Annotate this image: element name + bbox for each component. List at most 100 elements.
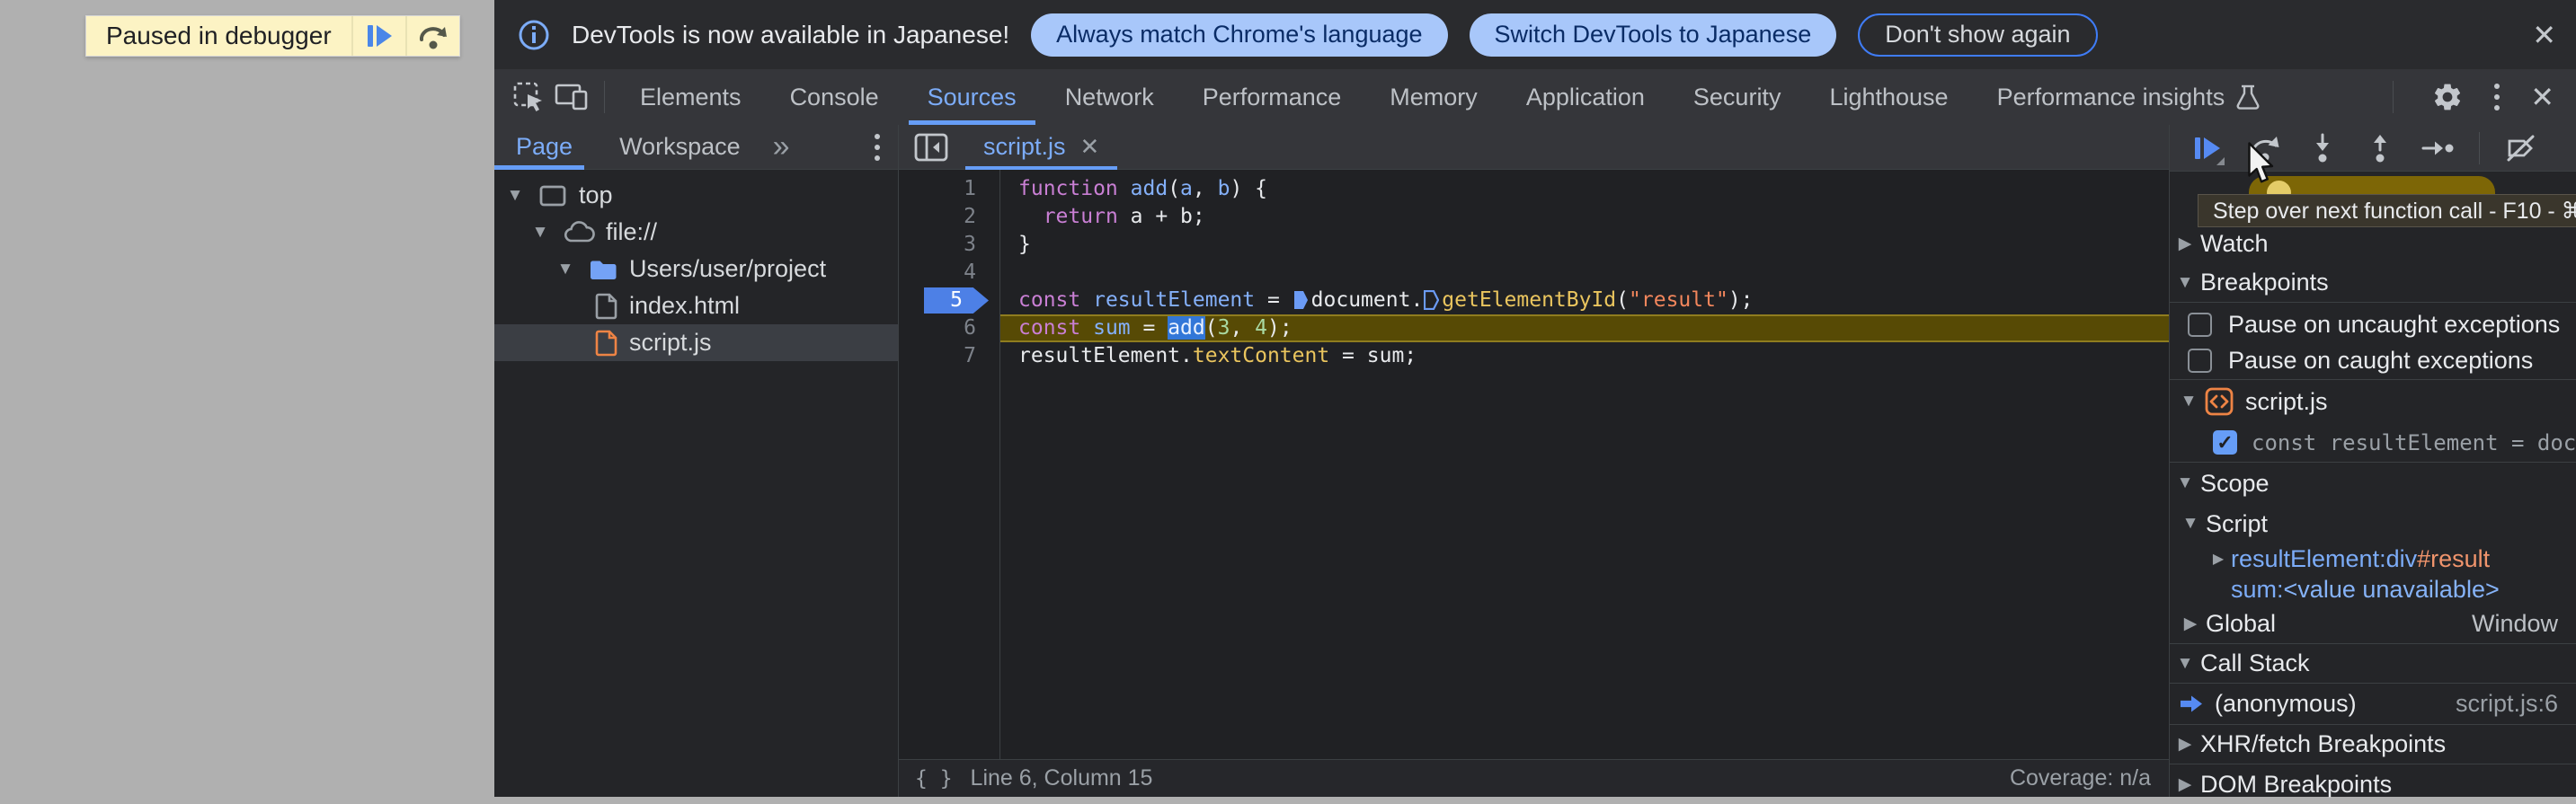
line-number[interactable]: 3 [899, 231, 999, 259]
section-call-stack[interactable]: ▼ Call Stack [2170, 644, 2576, 684]
devtools-main-toolbar: Elements Console Sources Network Perform… [494, 69, 2576, 125]
line-number[interactable]: 7 [899, 342, 999, 370]
infobar-close-icon[interactable]: ✕ [2532, 21, 2556, 49]
line-number[interactable]: 6 [899, 314, 999, 342]
info-icon [519, 20, 549, 49]
tree-item-project-folder[interactable]: ▼ Users/user/project [494, 251, 898, 287]
step-over-button[interactable] [2247, 130, 2283, 166]
toggle-navigator-button[interactable] [910, 119, 953, 175]
code-editor[interactable]: 1 2 3 4 5 6 7 function add(a, b) { retur… [899, 170, 2169, 759]
section-xhr-breakpoints[interactable]: ▶ XHR/fetch Breakpoints [2170, 725, 2576, 764]
navigator-tab-page[interactable]: Page [516, 133, 573, 161]
tab-sources[interactable]: Sources [903, 69, 1041, 125]
expand-chevron-icon[interactable]: ▼ [554, 260, 577, 279]
tree-item-script-js[interactable]: script.js [494, 324, 898, 361]
scope-var-result-element[interactable]: ▶ resultElement: div #result [2170, 543, 2576, 574]
section-scope[interactable]: ▼ Scope [2170, 463, 2576, 504]
chevron-right-icon[interactable]: ▶ [2206, 550, 2231, 568]
chevron-right-icon[interactable]: ▶ [2170, 774, 2200, 795]
sources-panel: Page Workspace » ▼ top ▼ file:// ▼ Users… [494, 125, 2576, 798]
deactivate-breakpoints-icon [2507, 135, 2535, 161]
line-number-breakpoint[interactable]: 5 [899, 287, 999, 314]
tab-lighthouse[interactable]: Lighthouse [1805, 69, 1972, 125]
frame-location: script.js:6 [2455, 690, 2558, 717]
tab-elements[interactable]: Elements [616, 69, 766, 125]
js-file-icon [595, 330, 617, 356]
settings-gear-icon[interactable] [2431, 81, 2464, 113]
expand-chevron-icon[interactable]: ▼ [503, 186, 527, 206]
step-out-button[interactable] [2362, 130, 2398, 166]
chevron-right-icon[interactable]: ▶ [2175, 614, 2206, 634]
chevron-right-icon[interactable]: ▶ [2170, 734, 2200, 755]
editor-tab-script-js[interactable]: script.js ✕ [965, 125, 1118, 171]
line-number[interactable]: 2 [899, 203, 999, 231]
breakpoint-entry[interactable]: ✓ const resultElement = doc… 5 [2170, 423, 2576, 463]
call-stack-frame[interactable]: (anonymous) script.js:6 [2170, 684, 2576, 725]
always-match-language-button[interactable]: Always match Chrome's language [1031, 13, 1448, 57]
chevron-down-icon[interactable]: ▼ [2173, 392, 2204, 411]
chevron-down-icon[interactable]: ▼ [2170, 654, 2200, 674]
tab-performance-insights[interactable]: Performance insights [1973, 69, 2286, 125]
tab-memory[interactable]: Memory [1365, 69, 1502, 125]
step-button[interactable] [2420, 130, 2456, 166]
coverage-status: Coverage: n/a [2009, 765, 2151, 791]
chevron-right-icon[interactable]: ▶ [2170, 234, 2200, 254]
scope-script-section[interactable]: ▼ Script [2170, 504, 2576, 543]
debugger-controls-toolbar [2170, 125, 2576, 172]
navigator-tab-workspace[interactable]: Workspace [619, 133, 741, 161]
tab-console[interactable]: Console [766, 69, 903, 125]
tab-network[interactable]: Network [1041, 69, 1178, 125]
resume-button[interactable] [2190, 130, 2225, 166]
scope-var-sum[interactable]: sum: <value unavailable> [2170, 574, 2576, 605]
section-dom-breakpoints[interactable]: ▶ DOM Breakpoints [2170, 764, 2576, 804]
line-number-gutter[interactable]: 1 2 3 4 5 6 7 [899, 170, 999, 759]
tree-item-top[interactable]: ▼ top [494, 177, 898, 214]
tab-performance[interactable]: Performance [1178, 69, 1366, 125]
tree-item-index-html[interactable]: index.html [494, 287, 898, 324]
tab-close-icon[interactable]: ✕ [1080, 133, 1100, 161]
pause-caught-row[interactable]: Pause on caught exceptions [2170, 342, 2576, 380]
infobar-message: DevTools is now available in Japanese! [572, 20, 1010, 49]
deactivate-breakpoints-button[interactable] [2503, 130, 2539, 166]
inspect-element-button[interactable] [507, 69, 550, 125]
resume-script-button[interactable] [351, 16, 405, 56]
navigator-menu-kebab-icon[interactable] [871, 130, 884, 164]
tab-security[interactable]: Security [1669, 69, 1806, 125]
step-over-mini-button[interactable] [404, 16, 459, 56]
pause-caught-checkbox[interactable] [2188, 349, 2212, 373]
html-file-icon [595, 293, 617, 319]
line-number[interactable]: 1 [899, 175, 999, 203]
expand-chevron-icon[interactable]: ▼ [529, 223, 552, 243]
global-scope-value: Window [2471, 610, 2558, 637]
step-target-token[interactable]: add [1168, 316, 1205, 340]
section-watch[interactable]: ▶ Watch [2170, 224, 2576, 263]
debugger-sections: ▶ Watch ▼ Breakpoints Pause on uncaught … [2170, 224, 2576, 804]
scope-global-section[interactable]: ▶ Global Window [2170, 605, 2576, 644]
switch-to-japanese-button[interactable]: Switch DevTools to Japanese [1469, 13, 1837, 57]
line-number[interactable]: 4 [899, 259, 999, 287]
breakpoint-marker[interactable]: 5 [924, 287, 989, 314]
inline-breakpoint-marker-icon[interactable] [1424, 290, 1440, 310]
pause-uncaught-checkbox[interactable] [2188, 312, 2212, 337]
devtools-close-icon[interactable]: ✕ [2530, 83, 2554, 111]
dont-show-again-button[interactable]: Don't show again [1858, 13, 2098, 57]
breakpoint-group-script-js[interactable]: ▼ script.js [2170, 380, 2576, 423]
section-breakpoints[interactable]: ▼ Breakpoints [2170, 263, 2576, 303]
step-into-icon [2316, 133, 2329, 162]
inline-breakpoint-marker-active-icon[interactable] [1293, 290, 1309, 310]
tab-application[interactable]: Application [1502, 69, 1669, 125]
long-press-indicator [2216, 156, 2225, 165]
pause-uncaught-row[interactable]: Pause on uncaught exceptions [2170, 306, 2576, 342]
breakpoint-enabled-checkbox[interactable]: ✓ [2213, 430, 2237, 455]
chevron-down-icon[interactable]: ▼ [2175, 514, 2206, 534]
chevron-down-icon[interactable]: ▼ [2170, 273, 2200, 293]
toggle-device-toolbar-button[interactable] [550, 69, 593, 125]
step-into-button[interactable] [2305, 130, 2341, 166]
controls-divider [2479, 131, 2480, 164]
breakpoint-code-preview: const resultElement = doc… [2252, 429, 2576, 455]
chevron-down-icon[interactable]: ▼ [2170, 473, 2200, 493]
pretty-print-icon[interactable]: { } [915, 767, 953, 791]
devtools-menu-kebab-icon[interactable] [2491, 80, 2503, 114]
tree-item-file-protocol[interactable]: ▼ file:// [494, 214, 898, 251]
more-tabs-icon[interactable]: » [773, 129, 790, 164]
